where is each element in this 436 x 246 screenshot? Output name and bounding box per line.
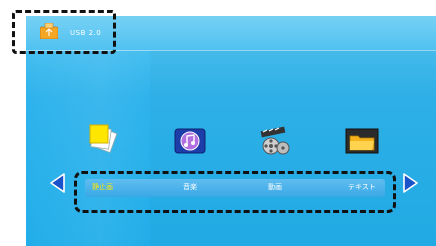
folder-icon[interactable] [345,127,379,157]
left-arrow-icon[interactable] [48,172,66,194]
media-player-window: USB 2.0 静止画 音楽 動画 テキスト [0,0,436,246]
music-icon[interactable] [173,127,207,157]
menu-item-music[interactable]: 音楽 [183,182,197,192]
usb-drive-icon[interactable] [40,23,58,39]
menu-item-video[interactable]: 動画 [268,182,282,192]
film-reel-icon[interactable] [259,126,293,156]
category-menu-bar [74,171,396,213]
menu-item-photos[interactable]: 静止画 [92,182,113,192]
right-arrow-icon[interactable] [402,172,420,194]
menu-bar-highlight [85,179,385,197]
photo-icon[interactable] [88,124,122,154]
device-label[interactable]: USB 2.0 [70,29,101,37]
menu-item-text[interactable]: テキスト [348,182,376,192]
